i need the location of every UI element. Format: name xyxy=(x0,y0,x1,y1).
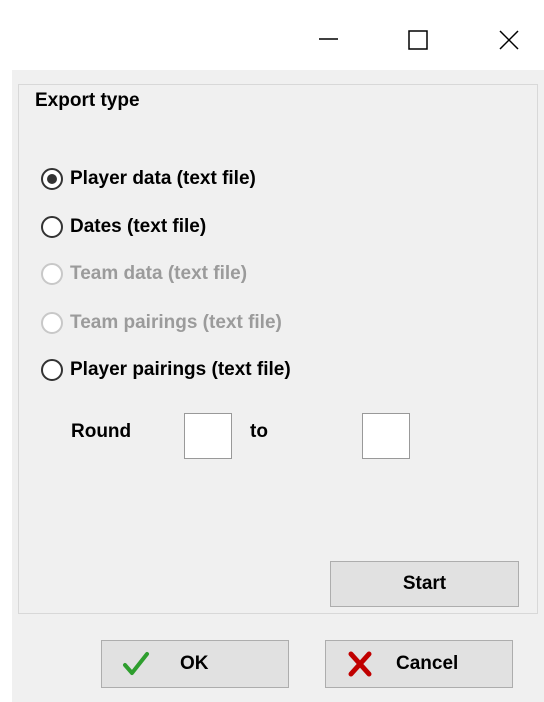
minimize-button[interactable] xyxy=(296,14,356,64)
round-to-input[interactable] xyxy=(362,413,410,459)
maximize-icon xyxy=(408,30,428,50)
radio-team-pairings: Team pairings (text file) xyxy=(41,309,282,337)
round-from-input[interactable] xyxy=(184,413,232,459)
title-bar xyxy=(0,0,544,70)
close-button[interactable] xyxy=(478,14,538,64)
radio-player-pairings[interactable]: Player pairings (text file) xyxy=(41,356,291,384)
radio-button-icon[interactable] xyxy=(41,168,63,190)
radio-dates[interactable]: Dates (text file) xyxy=(41,213,206,241)
radio-label: Team data (text file) xyxy=(70,263,248,284)
maximize-button[interactable] xyxy=(388,14,448,64)
radio-label: Player data (text file) xyxy=(70,168,256,189)
radio-button-icon xyxy=(41,312,63,334)
radio-button-icon[interactable] xyxy=(41,216,63,238)
cancel-button[interactable]: Cancel xyxy=(325,640,513,688)
ok-button[interactable]: OK xyxy=(101,640,289,688)
radio-label: Team pairings (text file) xyxy=(70,312,282,333)
radio-button-icon xyxy=(41,263,63,285)
checkmark-icon xyxy=(123,652,149,675)
minimize-icon xyxy=(319,38,338,40)
red-x-icon xyxy=(348,651,372,677)
group-title: Export type xyxy=(33,90,142,112)
start-button-label: Start xyxy=(402,573,447,594)
cancel-button-label: Cancel xyxy=(396,653,459,674)
round-to-label: to xyxy=(250,421,268,442)
close-icon xyxy=(499,30,519,50)
radio-team-data: Team data (text file) xyxy=(41,260,247,288)
radio-label: Player pairings (text file) xyxy=(70,359,291,380)
export-type-group: Export type Player data (text file) Date… xyxy=(18,84,538,614)
round-label: Round xyxy=(71,421,132,442)
radio-label: Dates (text file) xyxy=(70,216,207,237)
radio-button-icon[interactable] xyxy=(41,359,63,381)
radio-player-data[interactable]: Player data (text file) xyxy=(41,165,256,193)
start-button[interactable]: Start xyxy=(330,561,519,607)
dialog-body: Export type Player data (text file) Date… xyxy=(12,70,544,702)
ok-button-label: OK xyxy=(180,653,209,674)
